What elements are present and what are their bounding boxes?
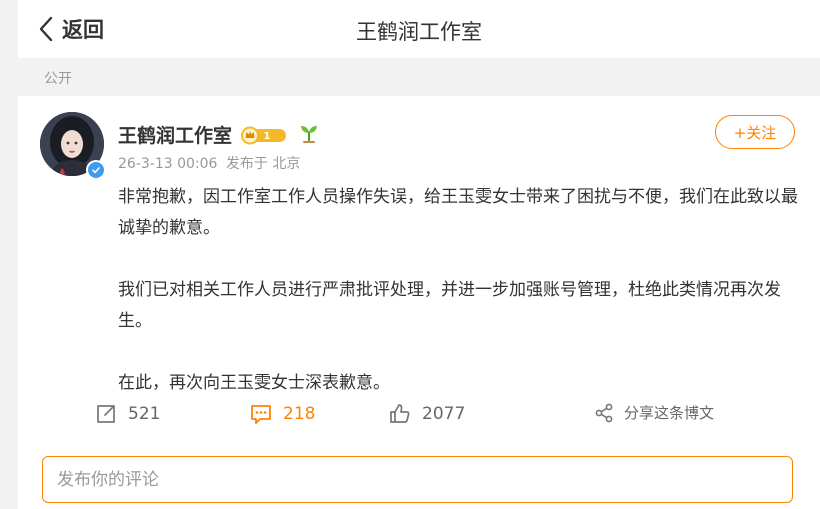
weibo-post-page: 返回 王鹤润工作室 公开 王鹤润工作室 1 26-3-13 00:06 发布于 … (0, 0, 820, 509)
repost-icon (97, 405, 115, 423)
action-bar: 521 218 2077 分享这条博文 (94, 402, 794, 432)
vip-badge[interactable]: 1 (240, 125, 288, 145)
comment-count: 218 (283, 404, 316, 424)
follow-button[interactable]: +关注 (715, 115, 795, 149)
post-meta: 26-3-13 00:06 发布于 北京 (118, 153, 300, 173)
repost-button[interactable]: 521 (94, 402, 160, 426)
share-label: 分享这条博文 (624, 404, 715, 422)
share-button[interactable]: 分享这条博文 (594, 402, 714, 423)
post-paragraph: 非常抱歉，因工作室工作人员操作失误，给王玉雯女士带来了困扰与不便，我们在此致以最… (118, 187, 798, 238)
post-content: 非常抱歉，因工作室工作人员操作失误，给王玉雯女士带来了困扰与不便，我们在此致以最… (118, 182, 798, 430)
sprout-icon[interactable] (298, 122, 320, 148)
vip-level: 1 (264, 131, 271, 142)
like-button[interactable]: 2077 (388, 402, 465, 426)
author-name[interactable]: 王鹤润工作室 (118, 121, 232, 148)
visibility-label: 公开 (44, 71, 72, 87)
thumbs-up-icon (390, 404, 410, 423)
comment-button[interactable]: 218 (249, 402, 315, 426)
crown-icon: 1 (241, 126, 287, 144)
comment-icon (251, 405, 271, 424)
chevron-left-icon (39, 16, 53, 42)
post-paragraph: 我们已对相关工作人员进行严肃批评处理，并进一步加强账号管理，杜绝此类情况再次发生… (118, 280, 781, 331)
like-count: 2077 (422, 404, 466, 424)
verified-check-icon (88, 162, 104, 178)
post-source: 发布于 北京 (225, 156, 301, 172)
back-label: 返回 (62, 18, 104, 42)
share-icon (595, 403, 613, 422)
post-time[interactable]: 26-3-13 00:06 (118, 156, 217, 172)
post-paragraph: 在此，再次向王玉雯女士深表歉意。 (118, 373, 390, 393)
post-card: 王鹤润工作室 1 26-3-13 00:06 发布于 北京 +关注 非常抱歉，因… (18, 96, 820, 509)
verified-badge (86, 160, 106, 180)
back-button[interactable]: 返回 (38, 14, 104, 44)
top-nav-bar: 返回 王鹤润工作室 (18, 0, 820, 58)
comment-input[interactable] (42, 456, 793, 503)
author-row: 王鹤润工作室 1 (118, 121, 320, 148)
repost-count: 521 (128, 404, 161, 424)
page-title: 王鹤润工作室 (356, 20, 482, 44)
